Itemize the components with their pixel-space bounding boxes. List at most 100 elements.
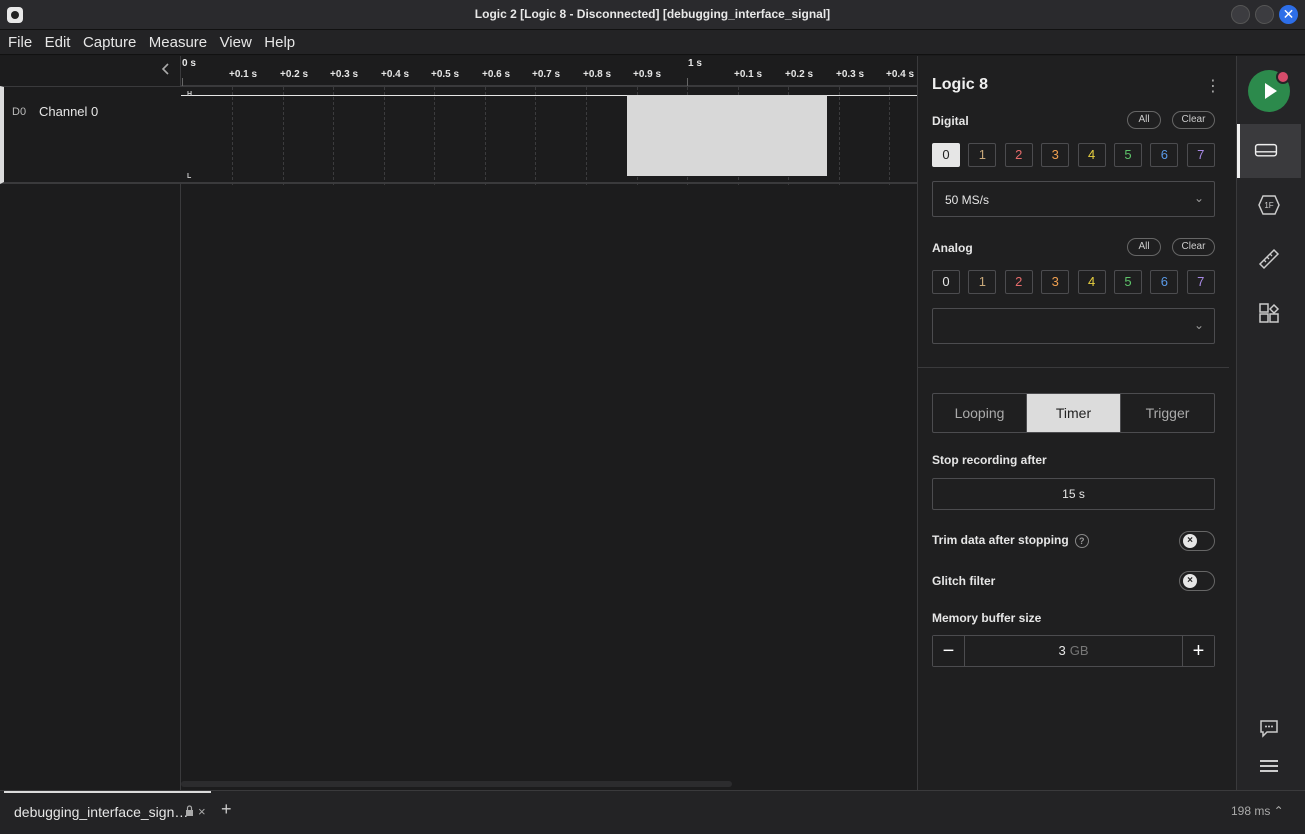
digital-channel-1-button[interactable]: 1 [968,143,997,167]
collapse-chevron-icon[interactable] [160,62,176,78]
analog-all-button[interactable]: All [1127,238,1161,256]
trim-data-toggle[interactable]: × [1179,531,1215,551]
tab-extensions[interactable] [1237,286,1301,340]
device-settings-panel: Logic 8 ⋮ Digital All Clear 01234567 50 … [917,56,1237,790]
digital-channel-4-button[interactable]: 4 [1077,143,1106,167]
help-icon[interactable]: ? [1074,533,1089,548]
session-tab-label: debugging_interface_sign… [14,804,189,820]
analog-channel-6-button[interactable]: 6 [1150,270,1179,294]
increase-button[interactable]: + [1182,636,1214,666]
ruler-tick: +0.2 s [785,69,814,80]
close-button[interactable]: ✕ [1279,5,1298,24]
mode-timer-button[interactable]: Timer [1027,394,1121,432]
gridline [384,87,385,185]
low-marker: L [187,173,192,180]
menu-measure[interactable]: Measure [149,30,207,51]
analog-channel-7-button[interactable]: 7 [1186,270,1215,294]
ruler-tick: +0.8 s [583,69,612,80]
add-tab-button[interactable]: + [221,799,232,820]
time-ruler[interactable]: 0 s 1 s +0.1 s +0.2 s +0.3 s +0.4 s +0.5… [181,56,917,86]
ruler-tick: +0.5 s [431,69,460,80]
mode-trigger-button[interactable]: Trigger [1121,394,1214,432]
memory-buffer-value-field[interactable]: 3 GB [965,636,1182,666]
menu-capture[interactable]: Capture [83,30,136,51]
decrease-button[interactable]: − [933,636,965,666]
channel-name[interactable]: Channel 0 [39,104,98,119]
analog-sample-rate-select[interactable]: ⌄ [932,308,1215,344]
digital-sample-rate-select[interactable]: 50 MS/s ⌄ [932,181,1215,217]
toggle-off-icon: × [1183,534,1197,548]
memory-buffer-stepper: − 3 GB + [932,635,1215,667]
digital-channel-7-button[interactable]: 7 [1186,143,1215,167]
menu-edit[interactable]: Edit [45,30,71,51]
ruler-tick-mark [182,78,183,86]
digital-clear-button[interactable]: Clear [1172,111,1215,129]
menu-view[interactable]: View [220,30,252,51]
analog-label: Analog [932,241,973,255]
tab-analyzers[interactable]: 1F [1237,178,1301,232]
ruler-second-label: 1 s [688,58,702,69]
digital-channel-3-button[interactable]: 3 [1041,143,1070,167]
high-marker: H [187,91,193,98]
menu-icon[interactable] [1257,754,1281,778]
window-title: Logic 2 [Logic 8 - Disconnected] [debugg… [474,7,831,21]
analog-clear-button[interactable]: Clear [1172,238,1215,256]
digital-channel-6-button[interactable]: 6 [1150,143,1179,167]
ruler-tick: +0.2 s [280,69,309,80]
close-tab-icon[interactable]: × [198,804,206,819]
channel-id: D0 [12,106,27,118]
maximize-button[interactable] [1255,5,1274,24]
ruler-tick: +0.1 s [734,69,763,80]
digital-all-button[interactable]: All [1127,111,1161,129]
mode-looping-button[interactable]: Looping [933,394,1027,432]
stop-recording-input[interactable]: 15 s [932,478,1215,510]
analog-channel-2-button[interactable]: 2 [1004,270,1033,294]
gridline [586,87,587,185]
waveform-area: D0 Channel 0 0 s 1 s +0.1 s +0.2 s +0.3 … [0,56,917,790]
toggle-off-icon: × [1183,574,1197,588]
digital-channel-5-button[interactable]: 5 [1114,143,1142,167]
analog-channel-1-button[interactable]: 1 [968,270,997,294]
digital-channel-2-button[interactable]: 2 [1004,143,1033,167]
analog-channel-0-button[interactable]: 0 [932,270,960,294]
menu-file[interactable]: File [8,30,32,51]
gridline [485,87,486,185]
glitch-filter-label: Glitch filter [932,574,996,588]
ruler-tick: +0.6 s [482,69,511,80]
memory-buffer-label: Memory buffer size [932,611,1042,625]
gridline [839,87,840,185]
chevron-down-icon: ⌄ [1193,191,1204,205]
minimize-button[interactable] [1231,5,1250,24]
memory-buffer-value: 3 [1058,643,1066,658]
tab-measurements[interactable] [1237,232,1301,286]
trim-data-label: Trim data after stopping [932,533,1069,547]
ruler-tick: +0.3 s [836,69,865,80]
digital-channel-0-button[interactable]: 0 [932,143,960,167]
feedback-icon[interactable] [1257,716,1281,740]
menu-help[interactable]: Help [264,30,295,51]
gridline [434,87,435,185]
ruler-tick: +0.4 s [886,69,915,80]
ruler-tick: +0.4 s [381,69,410,80]
analog-channel-3-button[interactable]: 3 [1041,270,1070,294]
more-options-icon[interactable]: ⋮ [1205,76,1221,96]
stop-recording-label: Stop recording after [932,453,1047,467]
analog-channel-4-button[interactable]: 4 [1077,270,1106,294]
chevron-down-icon: ⌄ [1193,318,1204,332]
device-title: Logic 8 [932,76,989,93]
ruler-tick-mark [687,78,688,86]
gridline [232,87,233,185]
right-sidebar: 1F [1237,56,1305,790]
horizontal-scrollbar[interactable] [181,781,732,787]
channel-0-plot[interactable]: H L [181,86,917,185]
status-duration[interactable]: 198 ms ⌃ [1231,804,1284,818]
analog-channel-5-button[interactable]: 5 [1114,270,1142,294]
divider [918,367,1229,368]
recording-indicator-icon [1276,70,1290,84]
menu-bar: File Edit Capture Measure View Help [0,30,1305,55]
session-tab[interactable]: debugging_interface_sign… × [4,791,211,829]
channel-row[interactable]: D0 Channel 0 [0,86,181,184]
ruler-zero-label: 0 s [182,58,196,69]
glitch-filter-toggle[interactable]: × [1179,571,1215,591]
tab-device-settings[interactable] [1237,124,1301,178]
